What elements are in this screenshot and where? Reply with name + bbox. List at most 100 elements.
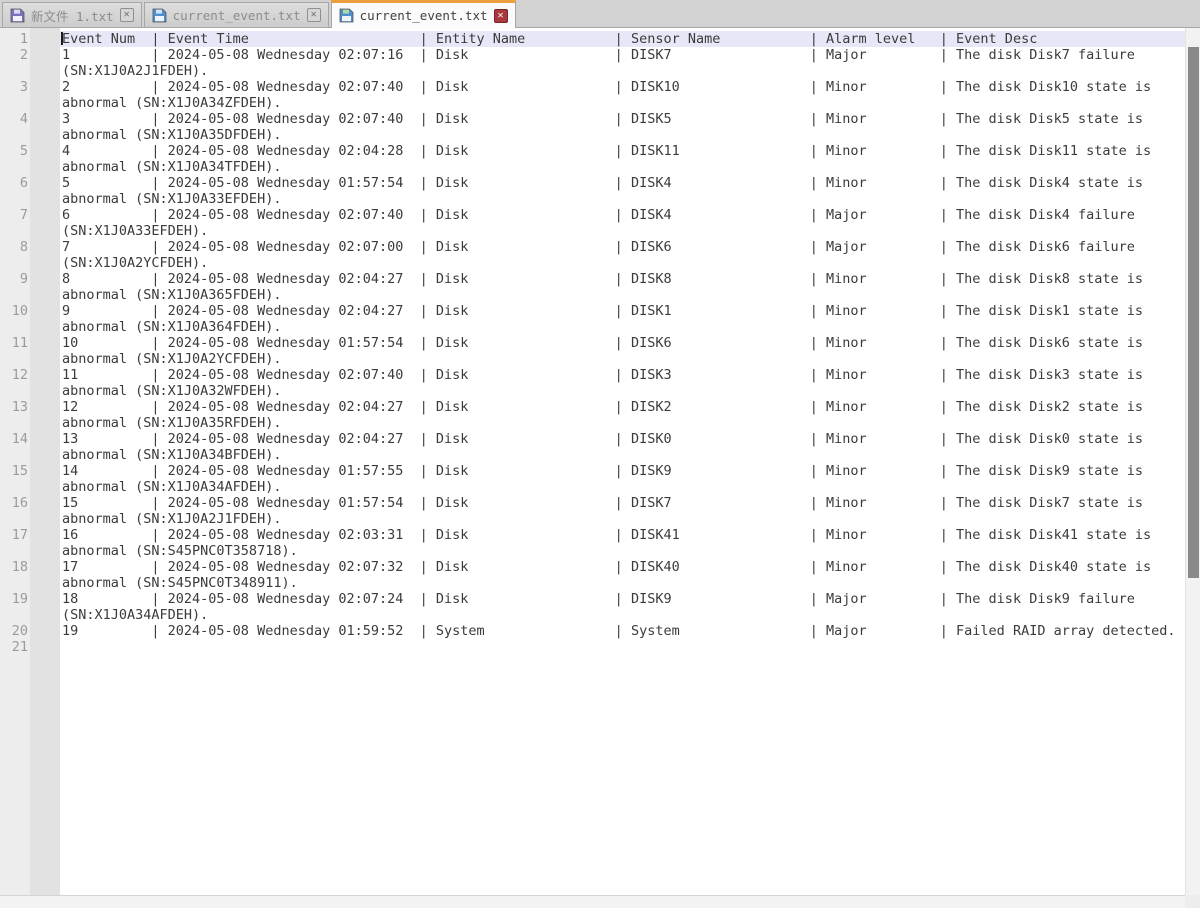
- text-line: abnormal (SN:S45PNC0T348911).: [60, 575, 1185, 591]
- floppy-save-icon: [10, 8, 25, 23]
- tab-new-file-1[interactable]: 新文件 1.txt: [2, 2, 142, 27]
- line-number: [0, 159, 30, 175]
- fold-margin-cell: [30, 127, 60, 143]
- fold-margin-cell: [30, 383, 60, 399]
- text-line: (SN:X1J0A33EFDEH).: [60, 223, 1185, 239]
- text-line: 10 | 2024-05-08 Wednesday 01:57:54 | Dis…: [60, 335, 1185, 351]
- horizontal-scrollbar[interactable]: [0, 895, 1185, 908]
- text-line-row: abnormal (SN:X1J0A2YCFDEH).: [0, 351, 1185, 367]
- line-number: 3: [0, 79, 30, 95]
- floppy-save-icon: [339, 8, 354, 23]
- fold-margin-cell: [30, 479, 60, 495]
- text-line: 4 | 2024-05-08 Wednesday 02:04:28 | Disk…: [60, 143, 1185, 159]
- line-number: 17: [0, 527, 30, 543]
- text-line-row: 1312 | 2024-05-08 Wednesday 02:04:27 | D…: [0, 399, 1185, 415]
- line-number: [0, 223, 30, 239]
- line-number: [0, 351, 30, 367]
- close-icon[interactable]: [120, 8, 134, 22]
- fold-margin-cell: [30, 367, 60, 383]
- line-number: [0, 607, 30, 623]
- text-line-row: abnormal (SN:X1J0A364FDEH).: [0, 319, 1185, 335]
- text-line: 17 | 2024-05-08 Wednesday 02:07:32 | Dis…: [60, 559, 1185, 575]
- text-editor-window: 新文件 1.txt current_event.txt current_even…: [0, 0, 1200, 908]
- fold-margin-cell: [30, 495, 60, 511]
- fold-margin-cell: [30, 255, 60, 271]
- text-line-row: 32 | 2024-05-08 Wednesday 02:07:40 | Dis…: [0, 79, 1185, 95]
- line-number: 6: [0, 175, 30, 191]
- text-line: abnormal (SN:X1J0A35RFDEH).: [60, 415, 1185, 431]
- fold-margin-cell: [30, 79, 60, 95]
- line-number: 5: [0, 143, 30, 159]
- fold-margin-cell: [30, 271, 60, 287]
- text-caret: [61, 32, 63, 45]
- line-number: [0, 511, 30, 527]
- line-number: 8: [0, 239, 30, 255]
- line-number: [0, 575, 30, 591]
- text-line: 11 | 2024-05-08 Wednesday 02:07:40 | Dis…: [60, 367, 1185, 383]
- line-number: [0, 287, 30, 303]
- fold-margin-cell: [30, 415, 60, 431]
- line-number: 9: [0, 271, 30, 287]
- text-line-row: abnormal (SN:X1J0A35DFDEH).: [0, 127, 1185, 143]
- close-icon[interactable]: [494, 9, 508, 23]
- fold-margin-cell: [30, 31, 60, 47]
- vertical-scrollbar[interactable]: [1185, 28, 1200, 895]
- text-content-area[interactable]: 1Event Num | Event Time | Entity Name | …: [0, 28, 1185, 895]
- line-number: 18: [0, 559, 30, 575]
- tab-current-event-2-active[interactable]: current_event.txt: [331, 0, 516, 28]
- text-line-row: abnormal (SN:X1J0A34ZFDEH).: [0, 95, 1185, 111]
- text-line: (SN:X1J0A2J1FDEH).: [60, 63, 1185, 79]
- fold-margin-cell: [30, 95, 60, 111]
- tab-bar: 新文件 1.txt current_event.txt current_even…: [0, 0, 1200, 28]
- text-line-row: abnormal (SN:X1J0A35RFDEH).: [0, 415, 1185, 431]
- text-line-row: 7 6 | 2024-05-08 Wednesday 02:07:40 | Dis…: [0, 207, 1185, 223]
- text-line: 3 | 2024-05-08 Wednesday 02:07:40 | Disk…: [60, 111, 1185, 127]
- fold-margin-cell: [30, 191, 60, 207]
- fold-margin-cell: [30, 239, 60, 255]
- text-line: 18 | 2024-05-08 Wednesday 02:07:24 | Dis…: [60, 591, 1185, 607]
- text-line-row: 98 | 2024-05-08 Wednesday 02:04:27 | Dis…: [0, 271, 1185, 287]
- line-number: [0, 447, 30, 463]
- fold-margin-cell: [30, 63, 60, 79]
- text-line-row: 1716 | 2024-05-08 Wednesday 02:03:31 | D…: [0, 527, 1185, 543]
- tab-label: current_event.txt: [173, 8, 301, 23]
- fold-margin-cell: [30, 511, 60, 527]
- line-number: 4: [0, 111, 30, 127]
- line-number: 15: [0, 463, 30, 479]
- text-line: abnormal (SN:S45PNC0T358718).: [60, 543, 1185, 559]
- text-line: 15 | 2024-05-08 Wednesday 01:57:54 | Dis…: [60, 495, 1185, 511]
- text-line: 9 | 2024-05-08 Wednesday 02:04:27 | Disk…: [60, 303, 1185, 319]
- fold-margin-cell: [30, 527, 60, 543]
- text-line: (SN:X1J0A2YCFDEH).: [60, 255, 1185, 271]
- line-number: [0, 63, 30, 79]
- text-line: 1 | 2024-05-08 Wednesday 02:07:16 | Disk…: [60, 47, 1185, 63]
- fold-margin-cell: [30, 207, 60, 223]
- text-line-row: 19 18 | 2024-05-08 Wednesday 02:07:24 | D…: [0, 591, 1185, 607]
- close-icon[interactable]: [307, 8, 321, 22]
- line-number: 19: [0, 591, 30, 607]
- text-line-row: 1413 | 2024-05-08 Wednesday 02:04:27 | D…: [0, 431, 1185, 447]
- fold-margin-cell: [30, 351, 60, 367]
- fold-margin-cell: [30, 319, 60, 335]
- fold-margin-cell: [30, 111, 60, 127]
- text-line-row: abnormal (SN:X1J0A33EFDEH).: [0, 191, 1185, 207]
- fold-margin-cell: [30, 143, 60, 159]
- line-number: 7: [0, 207, 30, 223]
- line-number: [0, 415, 30, 431]
- text-line-row: (SN:X1J0A34AFDEH).: [0, 607, 1185, 623]
- floppy-save-icon: [152, 8, 167, 23]
- line-number: 10: [0, 303, 30, 319]
- tab-current-event-1[interactable]: current_event.txt: [144, 2, 329, 27]
- text-line-row: 1Event Num | Event Time | Entity Name | …: [0, 31, 1185, 47]
- text-line-row: (SN:X1J0A33EFDEH).: [0, 223, 1185, 239]
- text-line: abnormal (SN:X1J0A34BFDEH).: [60, 447, 1185, 463]
- vertical-scrollbar-thumb[interactable]: [1188, 47, 1199, 578]
- fold-margin-cell: [30, 287, 60, 303]
- line-number: [0, 95, 30, 111]
- fold-margin-cell: [30, 223, 60, 239]
- fold-margin-cell: [30, 431, 60, 447]
- text-line: 6 | 2024-05-08 Wednesday 02:07:40 | Disk…: [60, 207, 1185, 223]
- text-line-row: 18 17 | 2024-05-08 Wednesday 02:07:32 | D…: [0, 559, 1185, 575]
- text-line-row: 21 | 2024-05-08 Wednesday 02:07:16 | Dis…: [0, 47, 1185, 63]
- text-line: abnormal (SN:X1J0A34ZFDEH).: [60, 95, 1185, 111]
